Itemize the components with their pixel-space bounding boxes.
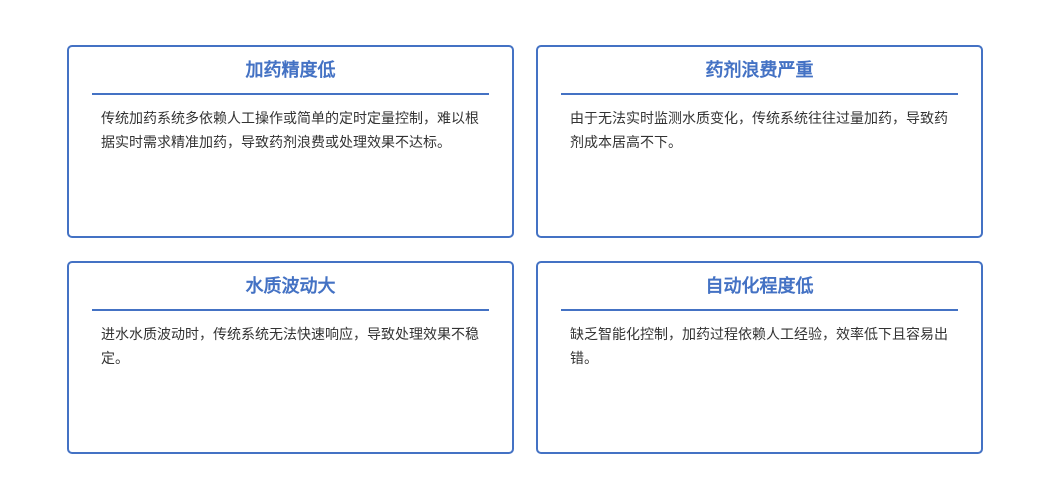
issue-card-low-automation: 自动化程度低 缺乏智能化控制，加药过程依赖人工经验，效率低下且容易出错。 — [536, 261, 983, 454]
card-divider — [92, 309, 489, 311]
issue-card-water-quality-fluctuation: 水质波动大 进水水质波动时，传统系统无法快速响应，导致处理效果不稳定。 — [67, 261, 514, 454]
issue-card-chemical-waste: 药剂浪费严重 由于无法实时监测水质变化，传统系统往往过量加药，导致药剂成本居高不… — [536, 45, 983, 238]
card-title: 药剂浪费严重 — [705, 60, 814, 81]
card-description: 传统加药系统多依赖人工操作或简单的定时定量控制，难以根据实时需求精准加药，导致药… — [101, 111, 479, 151]
card-divider — [561, 309, 958, 311]
card-description: 由于无法实时监测水质变化，传统系统往往过量加药，导致药剂成本居高不下。 — [570, 111, 948, 151]
card-divider — [561, 93, 958, 95]
card-title: 自动化程度低 — [705, 276, 814, 297]
card-description: 进水水质波动时，传统系统无法快速响应，导致处理效果不稳定。 — [101, 327, 479, 367]
card-title: 加药精度低 — [245, 60, 336, 81]
card-divider — [92, 93, 489, 95]
card-title: 水质波动大 — [245, 276, 336, 297]
card-description: 缺乏智能化控制，加药过程依赖人工经验，效率低下且容易出错。 — [570, 327, 948, 367]
issue-card-dosing-precision: 加药精度低 传统加药系统多依赖人工操作或简单的定时定量控制，难以根据实时需求精准… — [67, 45, 514, 238]
